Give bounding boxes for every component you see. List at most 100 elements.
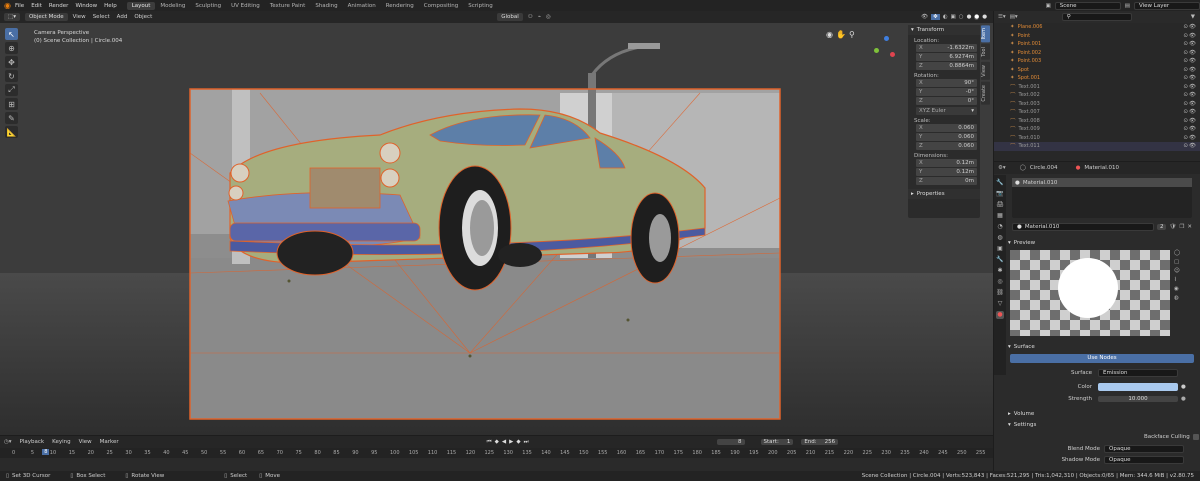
restrict-render-icon[interactable]: ⊙ [1183, 135, 1188, 141]
eye-icon[interactable]: 👁 [1189, 41, 1196, 47]
outliner-row[interactable]: ⌒ Text.009 ⊙ 👁 [994, 125, 1200, 134]
modifier-tab-icon[interactable]: 🔧 [996, 256, 1004, 264]
object-tab-icon[interactable]: ▣ [996, 245, 1004, 253]
outliner-row[interactable]: ✦ Point ⊙ 👁 [994, 32, 1200, 41]
rotate-tool-icon[interactable]: ↻ [5, 70, 18, 82]
view-layer-tab-icon[interactable]: ▦ [996, 212, 1004, 220]
restrict-render-icon[interactable]: ⊙ [1183, 24, 1188, 30]
restrict-render-icon[interactable]: ⊙ [1183, 84, 1188, 90]
eye-icon[interactable]: 👁 [1189, 109, 1196, 115]
eye-icon[interactable]: 👁 [1189, 126, 1196, 132]
material-field[interactable]: ● Material.010 [1012, 223, 1154, 231]
tab-layout[interactable]: Layout [126, 1, 156, 10]
tool-tab-icon[interactable]: 🔧 [996, 179, 1004, 187]
end-frame-field[interactable]: End: 256 [801, 439, 839, 445]
shaderball-preview-icon[interactable]: ◉ [1174, 286, 1180, 292]
scale-z-field[interactable]: Z 0.060 [916, 142, 977, 150]
timeline-menu-marker[interactable]: Marker [100, 439, 119, 445]
tab-shading[interactable]: Shading [310, 2, 342, 10]
eye-icon[interactable]: 👁 [1189, 67, 1196, 73]
surface-section[interactable]: ▾ Surface [1008, 342, 1200, 352]
material-name[interactable]: Material.010 [1084, 165, 1119, 171]
play-reverse-icon[interactable]: ◀ [502, 439, 506, 446]
pivot-icon[interactable]: ⚇ [528, 14, 533, 20]
editor-type-button[interactable]: ⬚▾ [4, 13, 20, 21]
copy-icon[interactable]: ❐ [1179, 224, 1184, 230]
restrict-render-icon[interactable]: ⊙ [1183, 58, 1188, 64]
move-tool-icon[interactable]: ✥ [5, 56, 18, 68]
menu-file[interactable]: File [15, 3, 24, 9]
data-tab-icon[interactable]: ▽ [996, 300, 1004, 308]
monkey-preview-icon[interactable]: ☺ [1174, 268, 1180, 274]
rotation-mode-dropdown[interactable]: XYZ Euler ▾ [916, 107, 977, 115]
restrict-render-icon[interactable]: ⊙ [1183, 143, 1188, 149]
surface-dropdown[interactable]: Emission [1098, 368, 1178, 377]
cube-preview-icon[interactable]: ▢ [1174, 259, 1180, 265]
material-shading-icon[interactable]: ● [974, 14, 980, 20]
dimensions-y-field[interactable]: Y 0.12m [916, 168, 977, 176]
location-x-field[interactable]: X -1.6322m [916, 44, 977, 52]
color-swatch[interactable] [1098, 382, 1178, 391]
restrict-render-icon[interactable]: ⊙ [1183, 109, 1188, 115]
volume-section[interactable]: ▸ Volume [1008, 409, 1200, 419]
tab-sculpting[interactable]: Sculpting [190, 2, 226, 10]
tab-animation[interactable]: Animation [343, 2, 381, 10]
settings-section[interactable]: ▾ Settings [1008, 420, 1200, 430]
pan-hand-icon[interactable]: ✋ [836, 30, 846, 39]
eye-icon[interactable]: 👁 [1189, 84, 1196, 90]
tab-rendering[interactable]: Rendering [381, 2, 419, 10]
start-frame-field[interactable]: Start: 1 [760, 439, 794, 445]
menu-edit[interactable]: Edit [31, 3, 42, 9]
blender-logo-icon[interactable]: ◉ [4, 1, 11, 10]
scale-tool-icon[interactable]: ⤢ [5, 84, 18, 96]
menu-help[interactable]: Help [104, 3, 117, 9]
socket-dot-icon[interactable]: ● [1181, 396, 1186, 402]
outliner-row[interactable]: ⌒ Text.008 ⊙ 👁 [994, 117, 1200, 126]
zoom-icon[interactable]: ⚲ [849, 30, 855, 39]
outliner-row[interactable]: ✦ Spot ⊙ 👁 [994, 66, 1200, 75]
eye-icon[interactable]: 👁 [1189, 75, 1196, 81]
filter-icon[interactable]: ▼ [1191, 14, 1195, 20]
gizmo-icon[interactable]: ✥ [931, 14, 940, 20]
material-tab-icon[interactable]: ● [996, 311, 1004, 319]
scale-x-field[interactable]: X 0.060 [916, 124, 977, 132]
prev-keyframe-icon[interactable]: ◆ [495, 439, 499, 446]
strength-field[interactable]: 10.000 [1098, 395, 1178, 402]
tab-modeling[interactable]: Modeling [155, 2, 190, 10]
xray-icon[interactable]: ▣ [951, 14, 956, 20]
properties-editor-icon[interactable]: ⚙▾ [998, 165, 1006, 171]
transform-tool-icon[interactable]: ⊞ [5, 98, 18, 110]
play-icon[interactable]: ▶ [509, 439, 513, 446]
outliner-row[interactable]: ✦ Spot.001 ⊙ 👁 [994, 74, 1200, 83]
outliner-row[interactable]: ✦ Point.003 ⊙ 👁 [994, 57, 1200, 66]
mode-dropdown[interactable]: Object Mode [24, 13, 68, 21]
outliner-row[interactable]: ⌒ Text.010 ⊙ 👁 [994, 134, 1200, 143]
outliner-search-input[interactable]: ⚲ [1061, 13, 1132, 21]
overlay-icon[interactable]: ◐ [943, 14, 948, 20]
location-y-field[interactable]: Y 6.9274m [916, 53, 977, 61]
menu-render[interactable]: Render [49, 3, 69, 9]
eye-icon[interactable]: 👁 [1189, 118, 1196, 124]
visibility-icon[interactable]: 👁 [921, 14, 928, 20]
jump-start-icon[interactable]: ⏮ [487, 439, 492, 446]
fake-user-icon[interactable]: 🛡 [1169, 224, 1176, 230]
dimensions-z-field[interactable]: Z 0m [916, 177, 977, 185]
users-count[interactable]: 2 [1156, 224, 1167, 230]
physics-tab-icon[interactable]: ◎ [996, 278, 1004, 286]
outliner-editor-icon[interactable]: ☰▾ [998, 14, 1006, 20]
axis-gizmo[interactable] [870, 36, 900, 66]
3d-viewport[interactable] [0, 23, 993, 435]
timeline-ruler[interactable]: 0 5 8 10 15 20 25 30 35 40 45 50 55 60 65 70 75 80 85 90 95 1… [0, 448, 993, 458]
timeline-menu-keying[interactable]: Keying [52, 439, 70, 445]
eye-icon[interactable]: 👁 [1189, 50, 1196, 56]
rotation-x-field[interactable]: X 90° [916, 79, 977, 87]
restrict-render-icon[interactable]: ⊙ [1183, 67, 1188, 73]
restrict-render-icon[interactable]: ⊙ [1183, 41, 1188, 47]
wireframe-shading-icon[interactable]: ○ [959, 14, 964, 20]
viewport-menu-object[interactable]: Object [134, 14, 152, 20]
render-tab-icon[interactable]: 📷 [996, 190, 1004, 198]
output-tab-icon[interactable]: 🖨 [996, 201, 1004, 209]
world-preview-icon[interactable]: ◍ [1174, 295, 1180, 301]
rotation-z-field[interactable]: Z 0° [916, 97, 977, 105]
scene-field[interactable]: Scene [1054, 1, 1121, 10]
